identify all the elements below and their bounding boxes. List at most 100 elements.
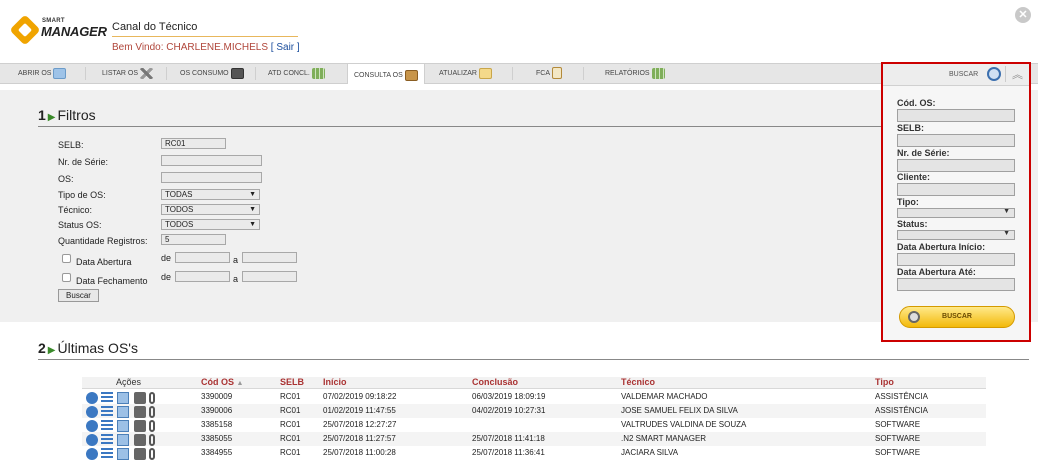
list-heading: 2 ▶ Últimas OS's — [38, 340, 138, 356]
tecnico-select[interactable]: TODOS ▼ — [161, 204, 260, 215]
serie-input[interactable] — [161, 155, 262, 166]
data-inicio-label: Data Abertura Início: — [897, 242, 986, 252]
document-icon[interactable] — [117, 434, 129, 446]
selb-input[interactable]: RC01 — [161, 138, 226, 149]
tab-abrir-os[interactable]: ABRIR OS — [18, 67, 67, 83]
attachment-icon[interactable] — [149, 448, 155, 460]
tab-divider — [512, 67, 513, 80]
table-row[interactable]: 3385055 RC01 25/07/2018 11:27:57 25/07/2… — [82, 432, 986, 446]
abertura-checkbox[interactable] — [62, 254, 71, 263]
attachment-icon[interactable] — [149, 420, 155, 432]
table-row[interactable]: 3390006 RC01 01/02/2019 11:47:55 04/02/2… — [82, 404, 986, 418]
info-icon[interactable] — [86, 448, 98, 460]
attachment-icon[interactable] — [149, 406, 155, 418]
tab-divider — [255, 67, 256, 80]
fechamento-checkbox[interactable] — [62, 273, 71, 282]
cell-tecnico: JOSE SAMUEL FELIX DA SILVA — [621, 406, 738, 415]
data-ate-label: Data Abertura Até: — [897, 267, 976, 277]
tipo-select[interactable]: ▼ — [897, 208, 1015, 218]
cell-tipo: ASSISTÊNCIA — [875, 392, 928, 401]
printer-icon[interactable] — [134, 406, 146, 418]
welcome-text: Bem Vindo: CHARLENE.MICHELS [ Sair ] — [112, 42, 300, 53]
table-row[interactable]: 3385158 RC01 25/07/2018 12:27:27 VALTRUD… — [82, 418, 986, 432]
info-icon[interactable] — [86, 434, 98, 446]
cell-selb: RC01 — [280, 420, 301, 429]
data-ate-input[interactable] — [897, 278, 1015, 291]
section-arrow-icon: ▶ — [47, 112, 56, 123]
status-select[interactable]: ▼ — [897, 230, 1015, 240]
section-number: 1 — [38, 107, 46, 123]
tipo-os-select[interactable]: TODAS ▼ — [161, 189, 260, 200]
cell-selb: RC01 — [280, 406, 301, 415]
tab-consulta-os[interactable]: CONSULTA OS — [347, 63, 425, 84]
tab-label: FCA — [536, 70, 550, 77]
section-title: Filtros — [57, 107, 96, 123]
col-selb[interactable]: SELB — [280, 377, 304, 387]
tab-os-consumo[interactable]: OS CONSUMO — [180, 67, 244, 83]
cell-cod: 3385158 — [201, 420, 233, 429]
fechamento-a-input[interactable] — [242, 271, 297, 282]
chevron-up-icon[interactable]: ︽ — [1012, 66, 1023, 82]
info-icon[interactable] — [86, 406, 98, 418]
tab-atd-concl[interactable]: ATD CONCL. — [268, 67, 325, 83]
cell-tipo: SOFTWARE — [875, 448, 921, 457]
logout-close: ] — [294, 42, 300, 53]
logout-link[interactable]: Sair — [276, 42, 294, 53]
serie-input[interactable] — [897, 159, 1015, 172]
attachment-icon[interactable] — [149, 392, 155, 404]
printer-icon[interactable] — [134, 448, 146, 460]
document-icon[interactable] — [117, 406, 129, 418]
search-icon[interactable] — [987, 67, 1001, 81]
info-icon[interactable] — [86, 420, 98, 432]
col-cod-os[interactable]: Cód OS ▲ — [201, 377, 243, 387]
list-icon[interactable] — [101, 406, 113, 418]
tab-atualizar[interactable]: ATUALIZAR — [439, 67, 492, 83]
printer-icon[interactable] — [134, 420, 146, 432]
tab-label: LISTAR OS — [102, 70, 139, 77]
close-icon[interactable]: ✕ — [1015, 7, 1031, 23]
printer-icon[interactable] — [134, 434, 146, 446]
printer-icon[interactable] — [134, 392, 146, 404]
tab-fca[interactable]: FCA — [536, 67, 562, 83]
list-icon[interactable] — [101, 434, 113, 446]
abertura-a-input[interactable] — [242, 252, 297, 263]
selb-input[interactable] — [897, 134, 1015, 147]
fechamento-de-label: de — [161, 272, 172, 282]
tab-label: ATD CONCL. — [268, 70, 310, 77]
document-icon[interactable] — [117, 392, 129, 404]
document-icon[interactable] — [117, 448, 129, 460]
abertura-label: Data Abertura — [76, 257, 132, 267]
attachment-icon[interactable] — [149, 434, 155, 446]
col-tipo[interactable]: Tipo — [875, 377, 894, 387]
col-conclusao[interactable]: Conclusão — [472, 377, 518, 387]
document-icon[interactable] — [117, 420, 129, 432]
status-select[interactable]: TODOS ▼ — [161, 219, 260, 230]
info-icon[interactable] — [86, 392, 98, 404]
abertura-de-input[interactable] — [175, 252, 230, 263]
box-icon — [230, 67, 244, 79]
tab-label: ABRIR OS — [18, 70, 52, 77]
cod-os-input[interactable] — [897, 109, 1015, 122]
col-tecnico[interactable]: Técnico — [621, 377, 655, 387]
title-underline — [112, 36, 298, 37]
cliente-input[interactable] — [897, 183, 1015, 196]
panel-buscar-button[interactable]: BUSCAR — [899, 306, 1015, 328]
list-icon[interactable] — [101, 420, 113, 432]
list-icon[interactable] — [101, 392, 113, 404]
os-input[interactable] — [161, 172, 262, 183]
tab-listar-os[interactable]: LISTAR OS — [102, 67, 154, 83]
qtd-input[interactable]: 5 — [161, 234, 226, 245]
data-inicio-input[interactable] — [897, 253, 1015, 266]
tab-relatorios[interactable]: RELATÓRIOS — [605, 67, 665, 83]
fechamento-de-input[interactable] — [175, 271, 230, 282]
tipo-os-label: Tipo de OS: — [58, 190, 106, 200]
panel-buscar-button-label: BUSCAR — [942, 313, 972, 320]
list-icon[interactable] — [101, 448, 113, 460]
table-row[interactable]: 3390009 RC01 07/02/2019 09:18:22 06/03/2… — [82, 390, 986, 404]
col-inicio[interactable]: Início — [323, 377, 347, 387]
table-row[interactable]: 3384955 RC01 25/07/2018 11:00:28 25/07/2… — [82, 446, 986, 460]
status-label: Status: — [897, 219, 928, 229]
user-name: CHARLENE.MICHELS — [166, 42, 268, 53]
logo-big-text: MANAGER — [41, 24, 107, 39]
buscar-button[interactable]: Buscar — [58, 289, 99, 302]
